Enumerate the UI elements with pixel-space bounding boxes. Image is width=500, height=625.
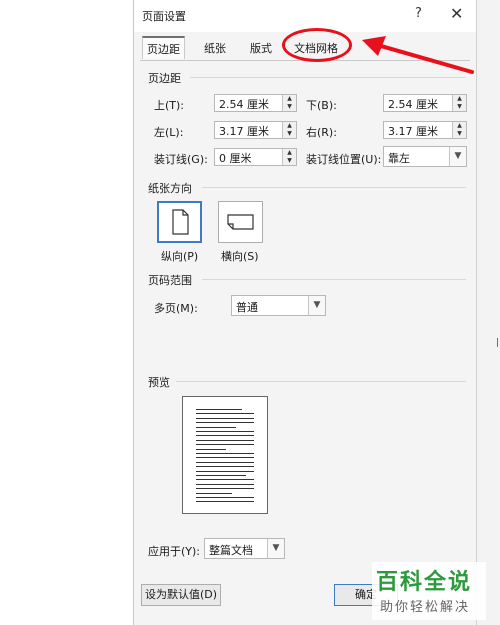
portrait-option[interactable]	[157, 201, 202, 243]
preview-text-line	[196, 492, 232, 494]
preview-text-line	[196, 497, 254, 498]
gutter-value: 0 厘米	[219, 152, 252, 165]
left-margin-spinner[interactable]: 3.17 厘米 ▲ ▼	[214, 121, 297, 139]
bottom-margin-spinner[interactable]: 2.54 厘米 ▲ ▼	[383, 94, 467, 112]
landscape-page-icon	[227, 214, 254, 230]
gutter-position-label: 装订线位置(U):	[306, 153, 382, 166]
preview-text-line	[196, 431, 254, 432]
right-margin-label: 右(R):	[306, 126, 337, 139]
gutter-position-value: 靠左	[388, 152, 410, 165]
preview-text-line	[196, 422, 254, 424]
preview-text-line	[196, 470, 254, 472]
spin-down-icon[interactable]: ▼	[453, 130, 466, 138]
dialog-title: 页面设置	[142, 10, 186, 23]
annotation-arrow-icon	[362, 36, 474, 74]
gutter-spinner[interactable]: 0 厘米 ▲ ▼	[214, 148, 297, 166]
left-margin-stepper[interactable]: ▲ ▼	[282, 122, 296, 138]
chevron-down-icon[interactable]: ▼	[267, 539, 284, 558]
bottom-margin-value: 2.54 厘米	[388, 98, 438, 111]
document-background-left	[0, 0, 134, 625]
pages-section-title: 页码范围	[148, 274, 192, 287]
preview-text-line	[196, 444, 254, 446]
landscape-label[interactable]: 横向(S)	[221, 248, 259, 264]
top-margin-label: 上(T):	[154, 99, 185, 112]
bottom-margin-label: 下(B):	[306, 99, 337, 112]
gutter-label: 装订线(G):	[154, 153, 208, 166]
spin-down-icon[interactable]: ▼	[283, 103, 296, 111]
side-mark: |	[496, 338, 500, 348]
spin-up-icon[interactable]: ▲	[283, 149, 296, 157]
top-margin-stepper[interactable]: ▲ ▼	[282, 95, 296, 111]
multiple-pages-label: 多页(M):	[154, 302, 198, 315]
document-background-right: |	[476, 0, 500, 625]
spin-up-icon[interactable]: ▲	[453, 95, 466, 103]
spin-up-icon[interactable]: ▲	[283, 95, 296, 103]
bottom-margin-stepper[interactable]: ▲ ▼	[452, 95, 466, 111]
margins-section-title: 页边距	[148, 72, 181, 85]
apply-to-label: 应用于(Y):	[148, 545, 201, 558]
spin-down-icon[interactable]: ▼	[283, 130, 296, 138]
chevron-down-icon[interactable]: ▼	[308, 296, 325, 315]
watermark-title: 百科全说	[376, 570, 473, 595]
spin-down-icon[interactable]: ▼	[283, 157, 296, 165]
preview-text-line	[196, 413, 254, 415]
page-preview	[182, 396, 268, 514]
page-setup-dialog: 页面设置 ? ✕ 页边距 纸张 版式 文档网格 页边距 上(T): 2.54 厘…	[134, 0, 476, 625]
preview-text-line	[196, 435, 254, 437]
preview-text-line	[196, 483, 254, 485]
spin-down-icon[interactable]: ▼	[453, 103, 466, 111]
top-margin-spinner[interactable]: 2.54 厘米 ▲ ▼	[214, 94, 297, 112]
preview-section-title: 预览	[148, 376, 170, 389]
set-default-button[interactable]: 设为默认值(D)	[141, 584, 221, 606]
multiple-pages-value: 普通	[236, 301, 258, 314]
preview-text-line	[196, 461, 254, 463]
preview-text-line	[196, 501, 254, 503]
help-button[interactable]: ?	[415, 6, 422, 21]
portrait-page-icon	[172, 209, 189, 235]
pages-divider	[202, 279, 466, 280]
spin-up-icon[interactable]: ▲	[283, 122, 296, 130]
right-margin-spinner[interactable]: 3.17 厘米 ▲ ▼	[383, 121, 467, 139]
watermark: 百科全说 助你轻松解决	[372, 562, 486, 620]
top-margin-value: 2.54 厘米	[219, 98, 269, 111]
landscape-option[interactable]	[218, 201, 263, 243]
preview-text-line	[196, 409, 242, 410]
apply-to-select[interactable]: 整篇文档 ▼	[204, 538, 285, 559]
chevron-down-icon[interactable]: ▼	[449, 147, 466, 166]
preview-text-line	[196, 426, 236, 428]
preview-text-line	[196, 439, 254, 441]
preview-text-line	[196, 453, 254, 454]
multiple-pages-select[interactable]: 普通 ▼	[231, 295, 326, 316]
preview-text-line	[196, 479, 254, 481]
spin-up-icon[interactable]: ▲	[453, 122, 466, 130]
gutter-position-select[interactable]: 靠左 ▼	[383, 146, 467, 167]
preview-text-line	[196, 448, 226, 450]
tab-paper[interactable]: 纸张	[200, 39, 230, 59]
watermark-subtitle: 助你轻松解决	[380, 600, 471, 615]
right-margin-stepper[interactable]: ▲ ▼	[452, 122, 466, 138]
preview-text-line	[196, 457, 254, 459]
preview-text-line	[196, 488, 254, 490]
tab-margins[interactable]: 页边距	[142, 36, 185, 59]
tab-layout[interactable]: 版式	[246, 39, 276, 59]
annotation-circle	[282, 28, 352, 62]
orientation-divider	[202, 187, 466, 188]
portrait-label[interactable]: 纵向(P)	[161, 248, 198, 264]
dialog-titlebar: 页面设置 ? ✕	[134, 0, 476, 32]
close-button[interactable]: ✕	[450, 4, 463, 23]
apply-to-value: 整篇文档	[209, 544, 253, 557]
preview-text-line	[196, 475, 246, 476]
preview-text-line	[196, 417, 254, 419]
right-margin-value: 3.17 厘米	[388, 125, 438, 138]
preview-divider	[176, 381, 466, 382]
gutter-stepper[interactable]: ▲ ▼	[282, 149, 296, 165]
left-margin-label: 左(L):	[154, 126, 184, 139]
orientation-section-title: 纸张方向	[148, 182, 192, 195]
left-margin-value: 3.17 厘米	[219, 125, 269, 138]
preview-text-line	[196, 466, 254, 468]
margins-divider	[190, 77, 466, 78]
